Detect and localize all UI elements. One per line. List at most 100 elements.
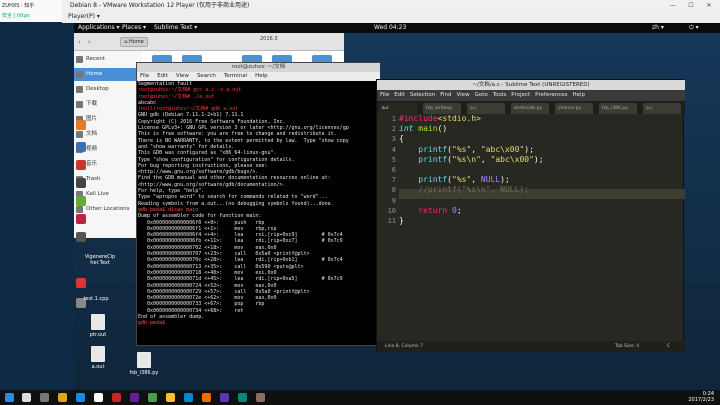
forward-icon[interactable]: ›: [88, 38, 96, 46]
places-menu[interactable]: Places ▾: [122, 23, 146, 33]
sublime-menu-item[interactable]: Tools: [493, 92, 507, 98]
sidebar-item[interactable]: 下载: [74, 98, 142, 111]
close-button[interactable]: ✕: [700, 0, 718, 11]
sublime-menu-item[interactable]: Preferences: [535, 92, 567, 98]
editor-tab[interactable]: fsb_writeup: [423, 103, 461, 114]
player-menu[interactable]: Player(P) ▾: [68, 13, 100, 20]
sidebar-item-label: Kali Live: [86, 191, 109, 197]
power-icon[interactable]: ⏻ ▾: [689, 23, 699, 33]
editor-tab[interactable]: fsb_i386.py: [599, 103, 637, 114]
terminal-menu-item[interactable]: Help: [255, 73, 268, 79]
taskbar-app-icon[interactable]: [220, 393, 229, 402]
app-icon[interactable]: [76, 232, 86, 242]
taskbar-app-icon[interactable]: [130, 393, 139, 402]
desktop-file[interactable]: test.1.cpp: [76, 296, 116, 302]
desktop-file-label: test.1.cpp: [83, 296, 109, 302]
terminal-window: root@zuhxs: ~/文档 File Edit View Search Termi…: [136, 62, 380, 347]
sidebar-item[interactable]: Home: [74, 68, 142, 81]
line-number: 6: [391, 166, 396, 175]
code-editor[interactable]: #include<stdio.h> int main() { printf("%…: [399, 114, 685, 339]
sublime-menu-item[interactable]: Selection: [410, 92, 435, 98]
sublime-menu-item[interactable]: File: [380, 92, 389, 98]
code-line: printf("%s\n", "abc\x00");: [418, 154, 544, 164]
taskbar-app-icon[interactable]: [184, 393, 193, 402]
sublime-menu-item[interactable]: Help: [572, 92, 585, 98]
taskbar-app-icon[interactable]: [94, 393, 103, 402]
sublime-menu-item[interactable]: Find: [440, 92, 451, 98]
maximize-button[interactable]: ☐: [682, 0, 700, 11]
language-indicator[interactable]: zh ▾: [652, 23, 664, 33]
taskbar-app-icon[interactable]: [256, 393, 265, 402]
explorer-icon[interactable]: [58, 393, 67, 402]
browser-address[interactable]: 安全 | https: [2, 12, 60, 19]
taskbar-app-icon[interactable]: [76, 393, 85, 402]
sidebar-item[interactable]: Desktop: [74, 83, 142, 96]
editor-tab[interactable]: a.c: [467, 103, 505, 114]
app-icon[interactable]: [76, 214, 86, 224]
app-icon[interactable]: [76, 160, 86, 170]
status-syntax[interactable]: C: [667, 341, 670, 352]
sidebar-item-label: 视频: [86, 146, 98, 152]
terminal-menu-item[interactable]: Edit: [157, 73, 168, 79]
firefox-icon[interactable]: [76, 120, 86, 130]
desktop-file[interactable]: a.out: [78, 346, 118, 370]
desktop-file-label: ptr.out: [89, 332, 107, 338]
sublime-window: ~/文档/a.c - Sublime Text (UNREGISTERED) F…: [376, 79, 685, 352]
editor-tab[interactable]: chance.py: [555, 103, 593, 114]
line-number-gutter: 1 2 3 4 5 6 7 8 9 10 11: [377, 114, 399, 339]
browser-tab[interactable]: ZUHXS · 知乎 安全 | https: [0, 0, 62, 22]
place-icon: [76, 206, 83, 213]
taskbar-app-icon[interactable]: [112, 393, 121, 402]
sidebar-item-label: 图片: [86, 116, 98, 122]
desktop-file[interactable]: fsb_i386.py: [124, 352, 164, 376]
terminal-menu-item[interactable]: File: [140, 73, 149, 79]
start-icon[interactable]: [5, 393, 14, 402]
taskbar-app-icon[interactable]: [148, 393, 157, 402]
app-icon[interactable]: [76, 278, 86, 288]
top-clock[interactable]: Wed 04:23: [374, 23, 406, 33]
terminal-menu-item[interactable]: View: [176, 73, 189, 79]
gnome-topbar: Applications ▾ Places ▾ Sublime Text ▾ W…: [74, 23, 720, 33]
sidebar-item[interactable]: Recent: [74, 53, 142, 66]
windows-taskbar: 0:24 2017/2/23: [0, 390, 720, 405]
minimize-button[interactable]: —: [664, 0, 682, 11]
code-line: printf("%s", "abc\x00");: [418, 144, 534, 154]
search-icon[interactable]: [22, 393, 31, 402]
line-number: 4: [391, 145, 396, 154]
sublime-menu-item[interactable]: Project: [511, 92, 530, 98]
desktop-file[interactable]: VigenereCip her.Text: [80, 254, 120, 266]
sublime-menu-item[interactable]: View: [457, 92, 470, 98]
terminal-menu-item[interactable]: Search: [197, 73, 216, 79]
file-manager-header: ‹ › ⌂ Home 2016.3: [74, 33, 344, 51]
app-icon[interactable]: [76, 178, 86, 188]
status-tabsize[interactable]: Tab Size: 4: [615, 341, 639, 352]
terminal-menu-item[interactable]: Terminal: [224, 73, 247, 79]
host-window-titlebar: Debian 8 - VMware Workstation 12 Player …: [0, 0, 720, 11]
app-menu[interactable]: Sublime Text ▾: [154, 23, 197, 33]
taskbar-app-icon[interactable]: [202, 393, 211, 402]
editor-tab[interactable]: shellcode.py: [511, 103, 549, 114]
app-icon[interactable]: [76, 142, 86, 152]
applications-menu[interactable]: Applications ▾: [78, 23, 120, 33]
sidebar-item-label: 文档: [86, 131, 98, 137]
app-icon[interactable]: [76, 196, 86, 206]
line-number: 1: [391, 115, 396, 123]
sidebar-item-label: Other Locations: [86, 206, 130, 212]
terminal-output[interactable]: Segmentation fault root@zuhxs:~/文档# gcc a…: [137, 81, 380, 347]
taskbar-app-icon[interactable]: [166, 393, 175, 402]
sublime-menu-item[interactable]: Goto: [475, 92, 488, 98]
back-icon[interactable]: ‹: [78, 38, 86, 46]
home-path-button[interactable]: ⌂ Home: [120, 37, 148, 47]
taskbar-app-icon[interactable]: [238, 393, 247, 402]
desktop-file[interactable]: ptr.out: [78, 314, 118, 338]
task-view-icon[interactable]: [40, 393, 49, 402]
sublime-menu-item[interactable]: Edit: [394, 92, 405, 98]
vmware-menu: Player(P) ▾: [62, 11, 720, 23]
taskbar-clock[interactable]: 0:24 2017/2/23: [688, 391, 714, 403]
editor-tab[interactable]: a.c: [643, 103, 681, 114]
status-cursor: Line 8, Column 7: [385, 344, 424, 349]
line-number: 3: [391, 135, 396, 144]
editor-tab[interactable]: a.c: [379, 103, 417, 114]
taskbar-date: 2017/2/23: [688, 397, 714, 403]
home-path-label: Home: [129, 39, 144, 45]
